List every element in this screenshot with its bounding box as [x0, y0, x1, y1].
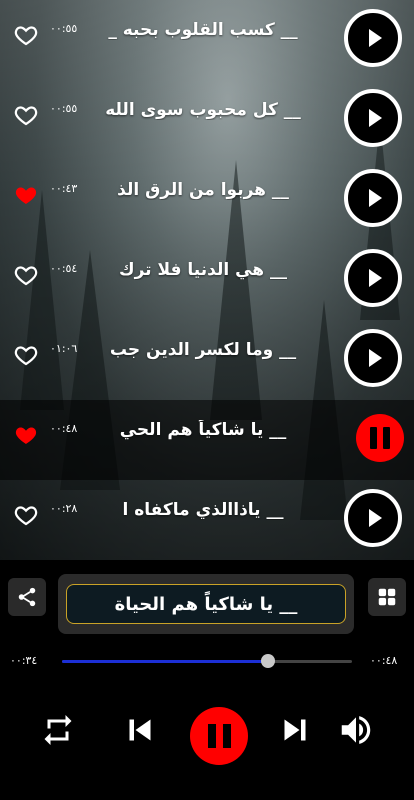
favorite-button[interactable] — [12, 342, 40, 368]
play-icon — [368, 29, 382, 47]
now-playing-box: __ يا شاكياً هم الحياة — [58, 574, 354, 634]
track-duration: ٠٠:٥٤ — [50, 262, 78, 275]
track-play-button[interactable] — [344, 489, 402, 547]
track-duration: ٠٠:٤٨ — [50, 422, 78, 435]
menu-grid-button[interactable] — [368, 578, 406, 616]
heart-icon — [14, 106, 38, 126]
track-row[interactable]: ٠٠:٥٤ __ هي الدنيا فلا ترك — [0, 240, 414, 320]
repeat-icon — [44, 715, 72, 745]
track-row[interactable]: ٠٠:٤٣ __ هربوا من الرق الذ — [0, 160, 414, 240]
track-title: __ يا شاكياً هم الحي — [119, 420, 287, 440]
track-row[interactable]: ٠٠:٥٥ __ كسب القلوب بحبه _ — [0, 0, 414, 80]
track-title: __ كل محبوب سوى الله — [105, 100, 301, 120]
track-play-button[interactable] — [344, 9, 402, 67]
skip-previous-icon — [129, 719, 151, 741]
track-duration: ٠٠:٥٥ — [50, 22, 78, 35]
heart-icon — [15, 427, 37, 444]
share-button[interactable] — [8, 578, 46, 616]
play-icon — [368, 509, 382, 527]
favorite-button[interactable] — [12, 102, 40, 128]
track-title: __ وما لكسر الدين جب — [109, 340, 297, 360]
play-icon — [368, 189, 382, 207]
track-play-button[interactable] — [344, 89, 402, 147]
grid-icon — [378, 588, 396, 606]
track-play-button[interactable] — [344, 249, 402, 307]
favorite-button[interactable] — [12, 422, 40, 448]
player-panel: __ يا شاكياً هم الحياة ٠٠:٣٤ ٠٠:٤٨ — [0, 560, 414, 800]
heart-icon — [14, 266, 38, 286]
track-title: __ هي الدنيا فلا ترك — [119, 260, 287, 280]
skip-next-icon — [284, 719, 306, 741]
pause-button[interactable] — [190, 707, 248, 765]
repeat-button[interactable] — [38, 710, 78, 750]
seek-bar[interactable] — [62, 654, 352, 668]
favorite-button[interactable] — [12, 502, 40, 528]
play-icon — [368, 109, 382, 127]
favorite-button[interactable] — [12, 22, 40, 48]
previous-button[interactable] — [120, 710, 160, 750]
pause-icon — [207, 724, 216, 748]
track-duration: ٠١:٠٦ — [50, 342, 78, 355]
seek-bar-thumb[interactable] — [260, 654, 275, 668]
heart-icon — [14, 26, 38, 46]
track-title: __ كسب القلوب بحبه _ — [108, 20, 298, 40]
track-play-button[interactable] — [344, 169, 402, 227]
now-playing-title: __ يا شاكياً هم الحياة — [114, 593, 298, 615]
heart-icon — [15, 187, 37, 204]
share-icon — [18, 587, 36, 607]
favorite-button[interactable] — [12, 182, 40, 208]
now-playing-frame: __ يا شاكياً هم الحياة — [66, 584, 346, 624]
seek-bar-fill — [62, 660, 268, 663]
track-row[interactable]: ٠٠:٢٨ __ ياذاالذي ماكفاه ا — [0, 480, 414, 560]
play-icon — [368, 349, 382, 367]
heart-icon — [14, 506, 38, 526]
volume-icon — [341, 716, 371, 744]
favorite-button[interactable] — [12, 262, 40, 288]
track-title: __ ياذاالذي ماكفاه ا — [122, 500, 284, 520]
heart-icon — [14, 346, 38, 366]
volume-button[interactable] — [336, 710, 376, 750]
play-icon — [368, 269, 382, 287]
track-duration: ٠٠:٥٥ — [50, 102, 78, 115]
track-row[interactable]: ٠١:٠٦ __ وما لكسر الدين جب — [0, 320, 414, 400]
track-row[interactable]: ٠٠:٥٥ __ كل محبوب سوى الله — [0, 80, 414, 160]
track-pause-button[interactable] — [356, 414, 404, 462]
track-play-button[interactable] — [344, 329, 402, 387]
elapsed-time: ٠٠:٣٤ — [10, 654, 38, 667]
track-list: ٠٠:٥٥ __ كسب القلوب بحبه _ ٠٠:٥٥ __ كل محبو… — [0, 0, 414, 560]
track-duration: ٠٠:٤٣ — [50, 182, 78, 195]
pause-icon-bar — [222, 724, 231, 748]
pause-icon — [370, 427, 390, 449]
track-row[interactable]: ٠٠:٤٨ __ يا شاكياً هم الحي — [0, 400, 414, 480]
total-time: ٠٠:٤٨ — [370, 654, 398, 667]
track-duration: ٠٠:٢٨ — [50, 502, 78, 515]
track-title: __ هربوا من الرق الذ — [117, 180, 289, 200]
next-button[interactable] — [275, 710, 315, 750]
